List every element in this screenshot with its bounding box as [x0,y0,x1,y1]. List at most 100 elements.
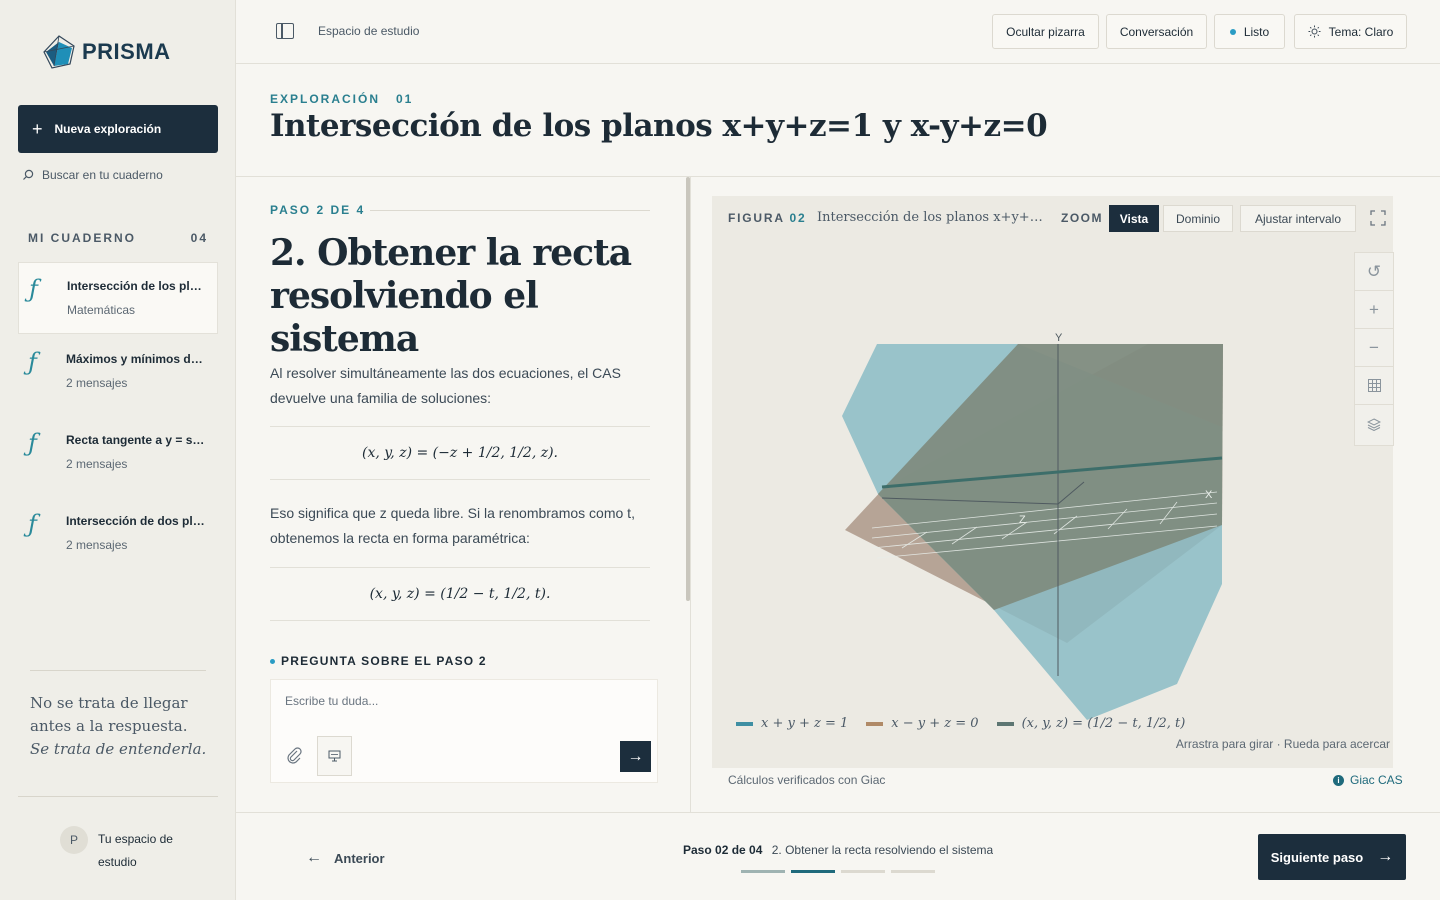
previous-label: Anterior [334,850,385,866]
grid-icon [1367,379,1381,392]
zoom-in-button[interactable]: + [1355,291,1393,329]
equation-solution-family: (x, y, z) = (−z + 1/2, 1/2, z). [270,426,650,480]
next-step-button[interactable]: Siguiente paso → [1258,834,1406,880]
theme-button[interactable]: Tema: Claro [1294,14,1407,49]
hide-board-label: Ocultar pizarra [1006,24,1085,39]
plot-3d[interactable]: Y X Z [712,196,1393,768]
motto-quote: No se trata de llegar antes a la respues… [30,692,206,761]
legend-label: (x, y, z) = (1/2 − t, 1/2, t) [1021,716,1186,731]
arrow-left-icon: ← [306,849,322,866]
legend-swatch [996,721,1014,726]
legend-item: x − y + z = 0 [866,716,979,731]
new-exploration-button[interactable]: + Nueva exploración [18,105,218,153]
function-icon: ƒ [28,510,37,538]
step-paragraph: Eso significa que z queda libre. Si la r… [270,505,635,546]
progress-label: Paso 02 de 04 [683,843,763,857]
legend-swatch [866,721,884,726]
layers-button[interactable] [1355,405,1393,443]
progress-segment[interactable] [891,870,935,873]
user-workspace[interactable]: P Tu espacio de estudio [60,826,188,874]
previous-step-button[interactable]: ← Anterior [306,849,385,867]
axis-label-x: X [1205,489,1213,501]
minus-icon: − [1369,337,1379,357]
conversation-button[interactable]: Conversación [1106,14,1207,49]
whiteboard-icon [328,750,341,762]
quote-line-emphasis: Se trata de entenderla. [30,740,207,758]
notebook-header: MI CUADERNO 04 [28,231,208,245]
sidebar-divider [18,796,218,797]
step-paragraph: Al resolver simultáneamente las dos ecua… [270,365,621,406]
column-divider [690,177,691,813]
cas-engine-badge[interactable]: i Giac CAS [1333,773,1403,787]
plot-toolbar: ↺ + − [1354,252,1394,446]
fullscreen-icon[interactable] [1370,210,1386,226]
progress-segment[interactable] [841,870,885,873]
notebook-item-subtitle: 2 mensajes [66,376,128,390]
legend-item: x + y + z = 1 [736,716,848,731]
figure-panel: Y X Z FIGURA 02 Intersección de los plan… [712,196,1394,768]
progress-bars [741,870,935,873]
progress-segment[interactable] [741,870,785,873]
zoom-option-view[interactable]: Vista [1109,205,1159,232]
notebook-item-title: Intersección de los planos x+y+z=1 y x-y… [67,279,207,293]
grid-toggle-button[interactable] [1355,367,1393,405]
step-footer: ← Anterior Paso 02 de 04 2. Obtener la r… [236,812,1440,900]
user-label: Tu espacio de estudio [98,832,173,869]
interaction-hint: Arrastra para girar · Rueda para acercar [1175,737,1390,751]
cas-engine-label: Giac CAS [1350,773,1403,787]
progress-segment[interactable] [791,870,835,873]
next-label: Siguiente paso [1270,849,1364,865]
zoom-out-button[interactable]: − [1355,329,1393,367]
reset-view-button[interactable]: ↺ [1355,253,1393,291]
status-dot-icon [1229,28,1236,35]
status-button[interactable]: Listo [1214,14,1285,49]
prism-logo-icon [43,35,75,69]
zoom-option-fit-range[interactable]: Ajustar intervalo [1240,205,1356,232]
legend-label: x − y + z = 0 [891,716,979,731]
workspace-title: Espacio de estudio [318,24,420,38]
question-input[interactable] [285,694,645,708]
sidebar-toggle-icon[interactable] [276,23,294,39]
quote-line: antes a la respuesta. [30,717,188,735]
step-progress: Paso 02 de 04 2. Obtener la recta resolv… [683,843,993,857]
notebook-item[interactable]: ƒ Máximos y mínimos de una función 2 men… [18,336,218,408]
brand-logo[interactable]: PRISMA [42,34,171,70]
zoom-option-domain[interactable]: Dominio [1163,205,1233,232]
page-title: Intersección de los planos x+y+z=1 y x-y… [270,108,1048,144]
notebook-item-subtitle: 2 mensajes [66,457,128,471]
brand-name: PRISMA [82,39,171,64]
legend-item: (x, y, z) = (1/2 − t, 1/2, t) [996,716,1186,731]
search-icon [23,169,34,180]
layers-icon [1367,417,1381,431]
top-bar: Espacio de estudio Ocultar pizarra Conve… [236,0,1440,64]
notebook-item-title: Recta tangente a y = sen(x) [66,433,206,447]
notebook-item[interactable]: ƒ Intersección de los planos x+y+z=1 y x… [18,262,218,334]
question-label: PREGUNTA SOBRE EL PASO 2 [270,654,487,668]
axis-label-z: Z [1019,514,1026,526]
notebook-search[interactable]: Buscar en tu cuaderno [22,168,163,182]
zoom-label: ZOOM [1061,211,1103,225]
figure-tag: FIGURA 02 [728,211,806,225]
paperclip-icon[interactable] [285,746,303,764]
quote-line: No se trata de llegar [30,694,188,712]
figure-title: Intersección de los planos x+y+z=1 y x-y… [817,210,1047,225]
send-question-button[interactable]: → [620,741,651,772]
conversation-label: Conversación [1119,24,1194,39]
notebook-item-subtitle: 2 mensajes [66,538,128,552]
notebook-item[interactable]: ƒ Intersección de dos planos 2 mensajes [18,498,218,570]
function-icon: ƒ [28,429,37,457]
info-icon: i [1333,774,1344,786]
sidebar-divider [30,670,206,671]
attach-board-button[interactable] [317,736,352,776]
function-icon: ƒ [29,275,38,303]
sidebar: PRISMA + Nueva exploración Buscar en tu … [0,0,236,900]
notebook-item[interactable]: ƒ Recta tangente a y = sen(x) 2 mensajes [18,417,218,489]
new-exploration-label: Nueva exploración [54,122,162,136]
bullet-icon [270,658,275,664]
notebook-count: 04 [190,231,208,245]
hide-board-button[interactable]: Ocultar pizarra [992,14,1099,49]
figure-number: 02 [789,211,807,225]
question-box: → [270,679,658,783]
verified-note: Cálculos verificados con Giac [728,773,886,787]
legend-swatch [736,721,753,726]
